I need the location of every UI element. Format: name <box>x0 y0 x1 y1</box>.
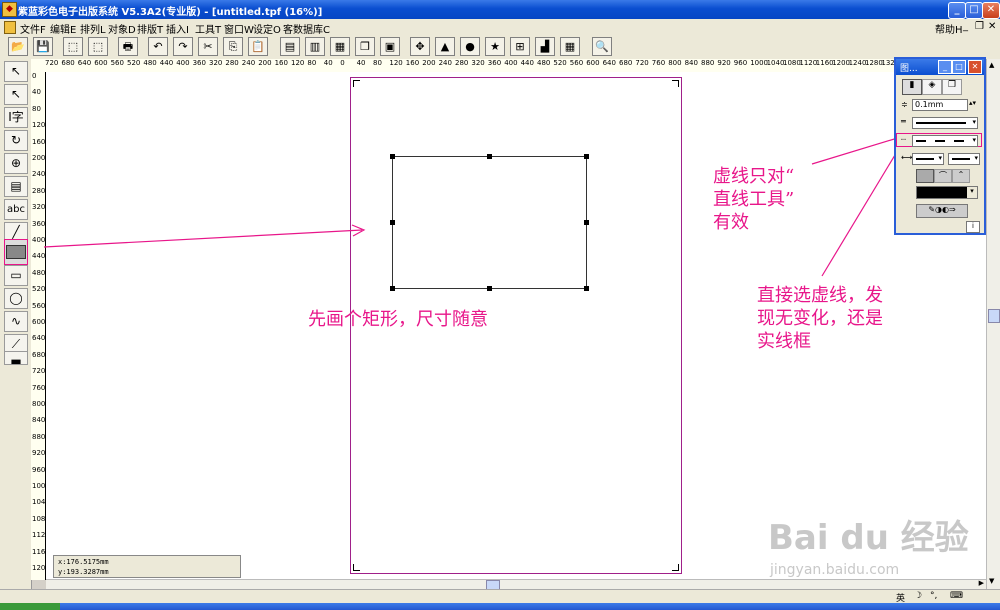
panel-close-button[interactable]: ✕ <box>968 60 982 74</box>
coord-x: x:176.5175mm <box>58 558 109 566</box>
arrow-to-canvas <box>43 229 363 248</box>
annotation-select-3: 实线框 <box>757 331 811 352</box>
punctuation-icon: °, <box>930 591 938 601</box>
status-bar: 英 ☽ °, ⌨ <box>0 589 1000 604</box>
annotation-line-3: 有效 <box>713 212 749 233</box>
line-type-icon: ═ <box>901 117 906 126</box>
panel-title-bar: 图... _ □ ✕ <box>896 59 984 75</box>
annotation-draw-rect: 先画个矩形，尺寸随意 <box>308 309 488 330</box>
corner-bevel-icon[interactable]: ⌃ <box>952 169 970 183</box>
moon-icon: ☽ <box>914 591 923 601</box>
annotation-line-2: 直线工具” <box>713 189 795 210</box>
annotation-select-2: 现无变化，还是 <box>757 308 883 329</box>
keyboard-icon: ⌨ <box>950 591 963 601</box>
chevron-down-icon: ▾ <box>967 187 977 198</box>
watermark: Bai du 经验 jingyan.baidu.com <box>760 500 1000 590</box>
watermark-brand: Bai du 经验 <box>768 518 969 558</box>
arrow-to-dash-dropdown <box>821 149 899 277</box>
line-width-input[interactable]: 0.1mm <box>912 99 968 111</box>
panel-title: 图... <box>900 64 918 74</box>
chevron-down-icon: ▾ <box>972 136 976 144</box>
chevron-down-icon: ▾ <box>938 154 942 162</box>
start-button[interactable] <box>0 603 60 610</box>
dash-style-icon: ┈ <box>901 135 906 144</box>
line-start-dropdown[interactable]: ▾ <box>912 153 944 165</box>
watermark-url: jingyan.baidu.com <box>770 562 900 578</box>
line-end-icon: ⟷ <box>901 153 913 162</box>
line-width-spinner[interactable]: ▴▾ <box>969 99 976 107</box>
scroll-up-icon[interactable]: ▲ <box>989 61 994 69</box>
line-end-dropdown[interactable]: ▾ <box>948 153 980 165</box>
fill-tab-icon[interactable]: ◈ <box>922 79 942 95</box>
line-width-icon: ≑ <box>901 100 908 109</box>
arrow-to-dash-style <box>811 135 905 165</box>
pen-options-icon[interactable]: ✎◑◐⇒ <box>916 204 968 218</box>
line-type-dropdown[interactable]: ▾ <box>912 117 978 129</box>
annotation-select-1: 直接选虚线，发 <box>757 285 883 306</box>
coordinates-display: x:176.5175mm y:193.3287mm <box>53 555 241 578</box>
corner-miter-icon[interactable] <box>916 169 934 183</box>
line-style-panel: 图... _ □ ✕ ▮ ◈ ❐ ≑ 0.1mm ▴▾ ═ ▾ ┈ ▾ ⟷ ▾ … <box>894 57 986 235</box>
chevron-down-icon: ▾ <box>972 118 976 126</box>
taskbar <box>0 603 1000 610</box>
line-color-dropdown[interactable]: ▾ <box>916 186 978 199</box>
shadow-tab-icon[interactable]: ❐ <box>942 79 962 95</box>
chevron-down-icon: ▾ <box>974 154 978 162</box>
panel-info-button[interactable]: i <box>966 221 980 233</box>
scroll-thumb[interactable] <box>988 309 1000 323</box>
dash-style-dropdown[interactable]: ▾ <box>912 135 978 147</box>
panel-minimize-button[interactable]: _ <box>938 60 952 74</box>
panel-restore-button[interactable]: □ <box>952 60 966 74</box>
corner-round-icon[interactable]: ⌒ <box>934 169 952 183</box>
coord-y: y:193.3287mm <box>58 568 109 576</box>
annotation-line-1: 虚线只对“ <box>713 166 795 187</box>
pen-tab-icon[interactable]: ▮ <box>902 79 922 95</box>
